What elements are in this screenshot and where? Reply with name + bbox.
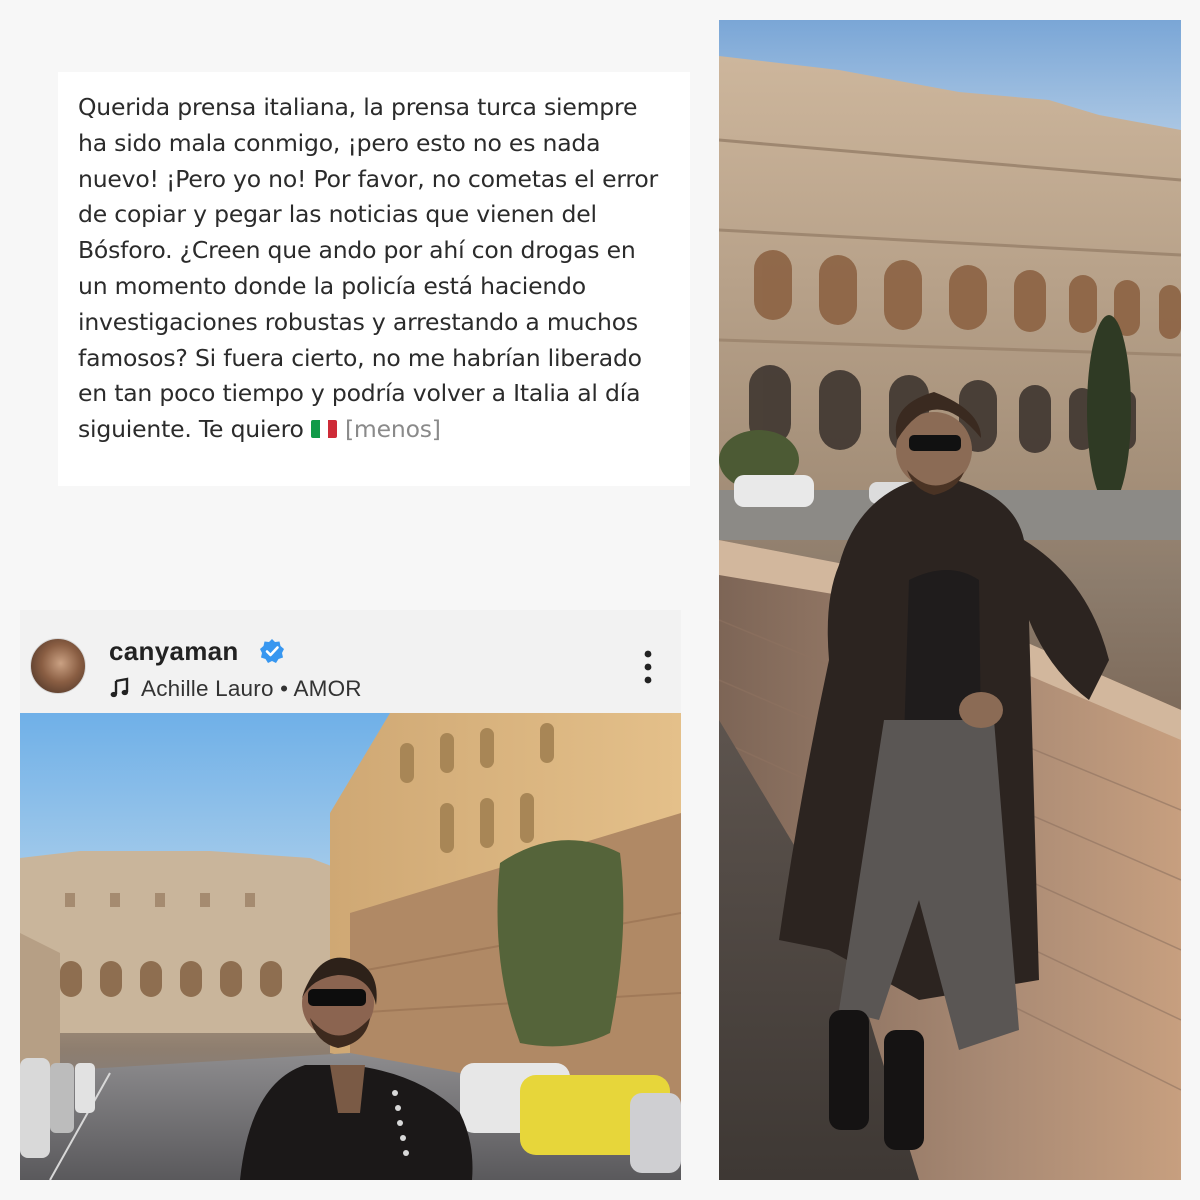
verified-badge-icon (260, 639, 284, 663)
caption-card: Querida prensa italiana, la prensa turca… (58, 72, 690, 486)
post-image[interactable] (20, 713, 681, 1180)
music-song: AMOR (293, 676, 362, 701)
italy-flag-icon (310, 420, 337, 439)
colosseum-photo-illustration (719, 20, 1181, 1180)
more-vertical-icon[interactable] (643, 650, 653, 684)
avatar[interactable] (30, 638, 86, 694)
music-note-icon (110, 677, 129, 698)
music-info[interactable]: Achille Lauro • AMOR (109, 676, 362, 702)
music-artist: Achille Lauro (141, 676, 274, 701)
caption-paragraph: Querida prensa italiana, la prensa turca… (78, 90, 670, 448)
caption-text: Querida prensa italiana, la prensa turca… (78, 93, 659, 444)
less-link[interactable]: [menos] (345, 415, 441, 443)
instagram-post: canyaman Achille Lauro • AMOR (20, 610, 681, 1180)
username[interactable]: canyaman (109, 636, 239, 667)
music-separator: • (273, 676, 294, 701)
colosseum-photo (719, 20, 1181, 1180)
street-colosseum-illustration (20, 713, 681, 1180)
post-header: canyaman Achille Lauro • AMOR (20, 610, 681, 713)
